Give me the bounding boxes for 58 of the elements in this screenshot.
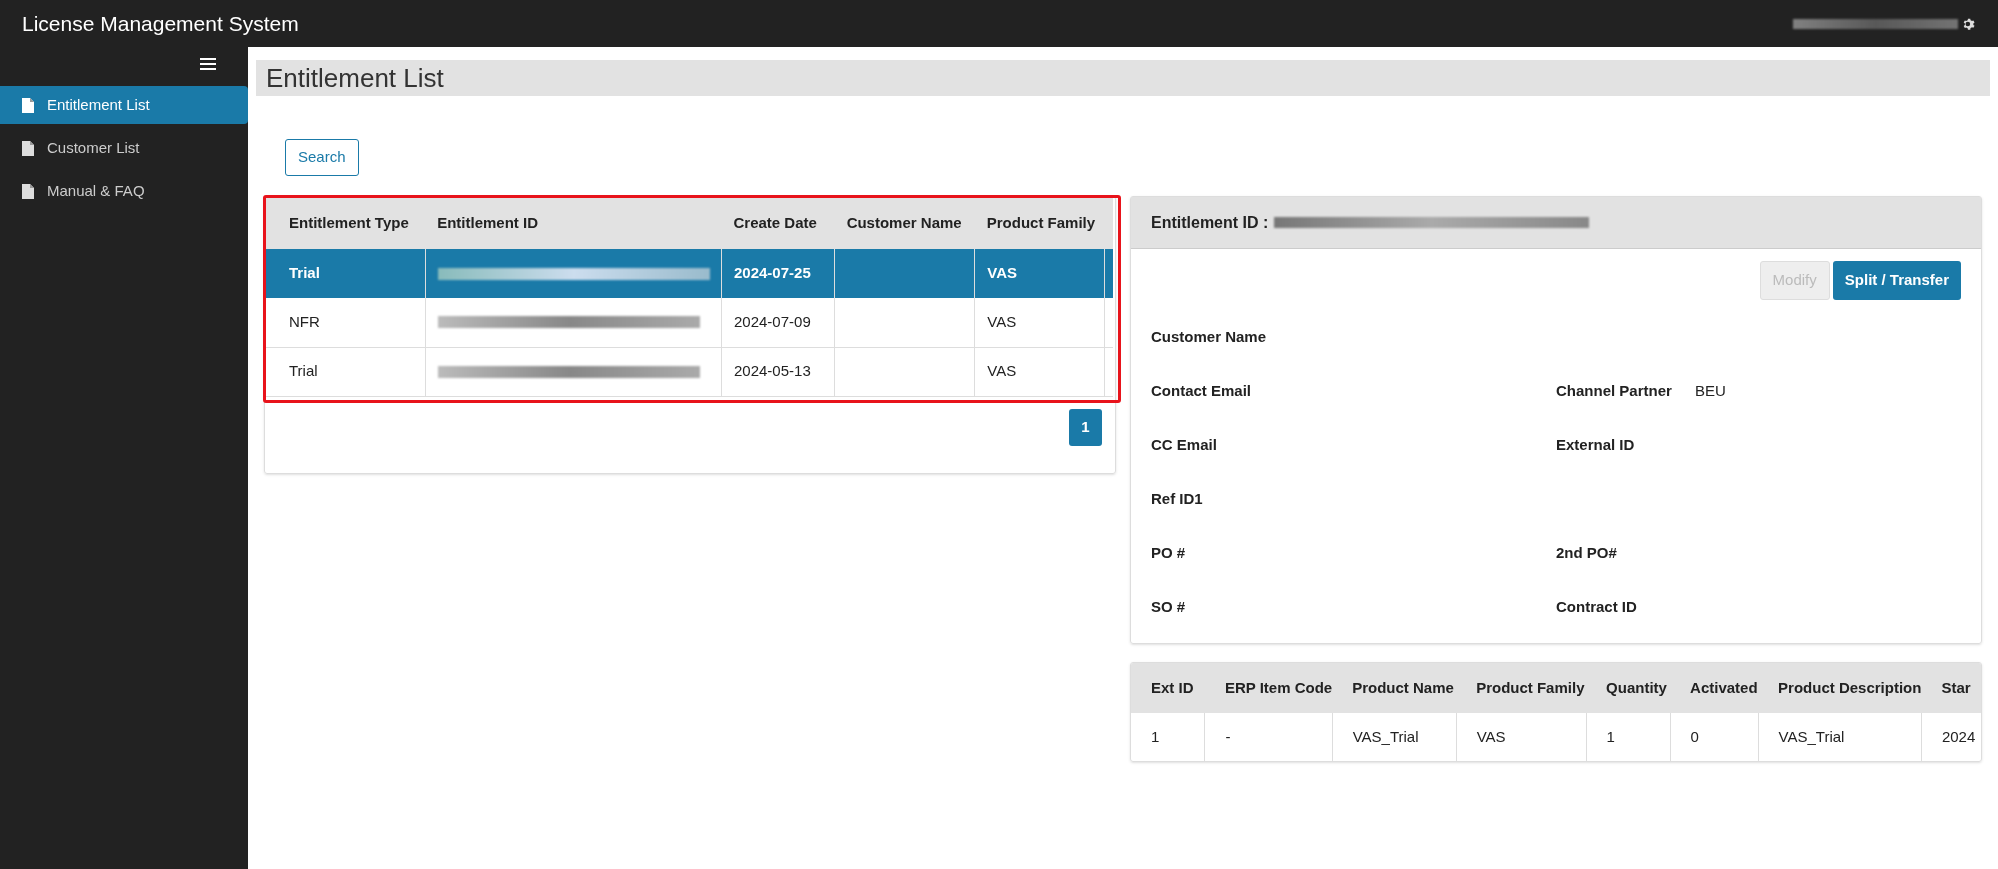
- column-header: Product Name: [1332, 663, 1457, 713]
- table-cell: VAS: [987, 264, 1017, 282]
- table-row[interactable]: Trial 2024-07-25 VAS: [265, 249, 1113, 298]
- document-icon: [22, 97, 34, 113]
- document-icon: [22, 140, 34, 156]
- column-header: Star: [1921, 663, 1981, 713]
- table-cell: VAS: [1476, 727, 1506, 745]
- table-cell: 0: [1690, 727, 1699, 745]
- column-header[interactable]: Customer Name: [834, 197, 975, 249]
- table-cell: 2024-07-09: [734, 313, 811, 330]
- field-label: Contact Email: [1151, 380, 1252, 401]
- column-header[interactable]: Entitlement Type: [265, 197, 426, 249]
- sidebar-item[interactable]: Entitlement List: [0, 86, 248, 124]
- table-cell: 2024-05-13: [734, 362, 811, 380]
- search-button[interactable]: Search: [285, 139, 359, 176]
- column-header[interactable]: Entitlement ID: [425, 197, 722, 249]
- column-header: Quantity: [1586, 663, 1671, 713]
- table-cell: VAS_Trial: [1352, 727, 1419, 745]
- settings-icon[interactable]: [1962, 16, 1976, 31]
- column-header: Activated: [1670, 663, 1759, 713]
- field-value: BEU: [1694, 380, 1726, 401]
- app-title: License Management System: [22, 10, 299, 37]
- document-icon: [22, 183, 34, 199]
- page-button[interactable]: 1: [1069, 408, 1102, 446]
- column-header[interactable]: Create Date: [721, 197, 835, 249]
- table-cell: Trial: [289, 264, 320, 282]
- table-cell: VAS: [987, 362, 1017, 380]
- column-header: Product Family: [1456, 663, 1587, 713]
- table-cell: NFR: [289, 313, 320, 330]
- field-label: Customer Name: [1151, 326, 1267, 347]
- page-title: Entitlement List: [266, 61, 444, 95]
- menu-icon[interactable]: [200, 57, 216, 71]
- table-cell: 1: [1151, 727, 1160, 745]
- table-row[interactable]: Trial 2024-05-13 VAS: [265, 347, 1113, 396]
- table-cell: VAS_Trial: [1778, 727, 1845, 745]
- column-header[interactable]: Product Family: [974, 197, 1105, 249]
- sidebar-item[interactable]: Manual & FAQ: [0, 172, 248, 210]
- column-header: ERP Item Code: [1204, 663, 1333, 713]
- detail-title: Entitlement ID :: [1151, 212, 1269, 233]
- table-row[interactable]: NFR 2024-07-09 VAS: [265, 298, 1113, 347]
- field-label: Channel Partner: [1556, 380, 1672, 401]
- table-cell: 1: [1606, 727, 1615, 745]
- column-header: Product Description: [1758, 663, 1922, 713]
- action-button[interactable]: Split / Transfer: [1832, 261, 1961, 300]
- table-cell: -: [1225, 727, 1231, 745]
- sidebar-item[interactable]: Customer List: [0, 129, 248, 167]
- field-label: Contract ID: [1556, 596, 1637, 617]
- field-label: CC Email: [1151, 434, 1217, 455]
- table-cell: 2024-07-25: [734, 264, 811, 282]
- field-label: External ID: [1556, 434, 1635, 455]
- field-label: Ref ID1: [1151, 488, 1203, 509]
- field-label: SO #: [1151, 596, 1186, 617]
- column-header: Ext ID: [1131, 663, 1205, 713]
- table-cell: Trial: [289, 362, 318, 380]
- table-cell: VAS: [987, 313, 1017, 330]
- table-cell: 2024: [1941, 727, 1976, 745]
- field-label: 2nd PO#: [1556, 542, 1617, 563]
- field-label: PO #: [1151, 542, 1186, 563]
